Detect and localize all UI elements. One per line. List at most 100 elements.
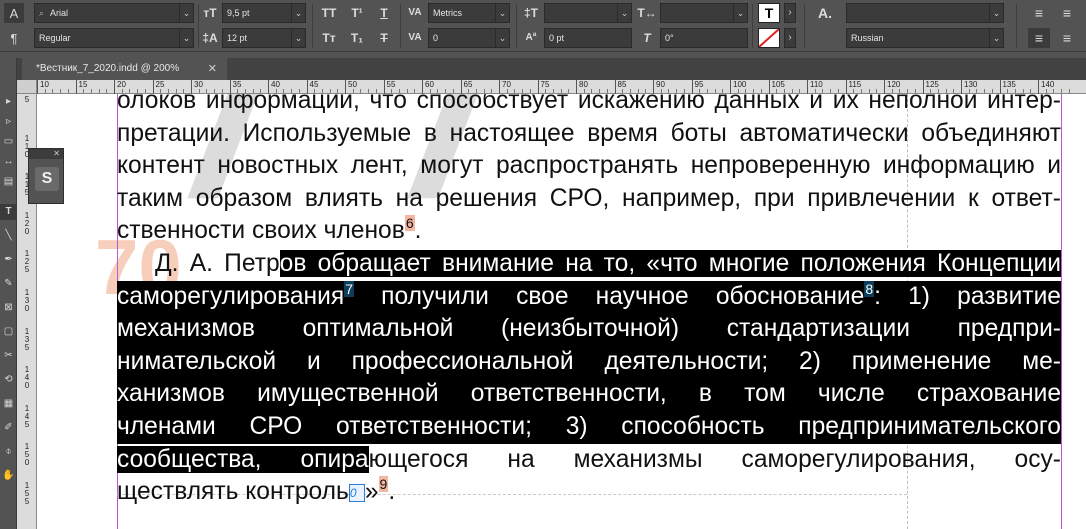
ruler-tick: 60	[422, 80, 434, 94]
kerning-field[interactable]: Metrics ⌄	[428, 3, 510, 23]
document-tab[interactable]: *Вестник_7_2020.indd @ 200% ✕	[22, 58, 227, 80]
align-justify-icon[interactable]: ≡	[1028, 28, 1050, 48]
tracking-field[interactable]: 0 ⌄	[428, 28, 510, 48]
baseline-shift-field[interactable]: 0 pt	[544, 28, 632, 48]
pencil-tool-icon[interactable]: ✎	[0, 276, 17, 292]
strikethrough-button[interactable]: T	[374, 28, 394, 48]
chevron-down-icon[interactable]: ⌄	[989, 29, 1003, 47]
font-size-field[interactable]: 9,5 pt ⌄	[222, 3, 306, 23]
ruler-minor-tick	[899, 89, 901, 93]
chevron-right-icon[interactable]: ›	[784, 3, 796, 23]
ruler-tick-label: 120	[887, 80, 901, 89]
subscript-button[interactable]: T₁	[346, 28, 368, 48]
floating-panel: ✕ S	[28, 148, 64, 204]
scissors-tool-icon[interactable]: ✂	[0, 348, 17, 364]
rectangle-tool-icon[interactable]: ▢	[0, 324, 17, 340]
small-caps-button[interactable]: Tт	[318, 28, 340, 48]
text-run: таким образом влиять на решения СРО, нап…	[117, 184, 1061, 212]
close-icon[interactable]: ✕	[208, 58, 217, 80]
ruler-tick-label: 125	[925, 80, 939, 89]
paragraph-mode-icon[interactable]: ¶	[4, 28, 24, 48]
footnote-marker[interactable]: 7	[344, 280, 354, 297]
kerning-value: Metrics	[433, 8, 462, 18]
ruler-tick: 70	[499, 80, 511, 94]
ruler-minor-tick	[283, 89, 285, 93]
direct-selection-tool-icon[interactable]: ▹	[0, 114, 17, 130]
horizontal-scale-field[interactable]: ⌄	[660, 3, 748, 23]
leading-value: 12 pt	[227, 33, 248, 43]
chevron-down-icon[interactable]: ⌄	[733, 4, 747, 22]
align-center-icon[interactable]: ≡	[1056, 3, 1078, 23]
chevron-down-icon[interactable]: ⌄	[291, 29, 305, 47]
page-tool-icon[interactable]: ▭	[0, 134, 17, 150]
ruler-tick-label: 135	[17, 327, 37, 352]
script-panel-button[interactable]: S	[35, 167, 59, 191]
language-field[interactable]: Russian ⌄	[846, 28, 1004, 48]
anchored-object-marker[interactable]: 0	[348, 484, 365, 503]
ruler-minor-tick	[568, 89, 570, 93]
document-canvas[interactable]: / / 70 олоков информации, что способству…	[37, 94, 1086, 529]
ruler-tick-label: 10	[40, 80, 49, 89]
font-family-field[interactable]: ⌕ Arial ⌄	[34, 3, 194, 23]
font-style-field[interactable]: Regular ⌄	[34, 28, 194, 48]
all-caps-button[interactable]: TT	[318, 3, 340, 23]
superscript-button[interactable]: T¹	[346, 3, 368, 23]
align-justify-all-icon[interactable]: ≡	[1056, 28, 1078, 48]
ruler-minor-tick	[52, 89, 54, 93]
ruler-minor-tick	[445, 89, 447, 93]
footnote-marker[interactable]: 6	[404, 215, 415, 232]
chevron-right-icon[interactable]: ›	[784, 28, 796, 48]
text-frame[interactable]: олоков информации, что способствует иска…	[117, 94, 1061, 509]
note-tool-icon[interactable]: ✐	[0, 420, 17, 436]
gap-tool-icon[interactable]: ↔	[0, 154, 17, 170]
rectangle-frame-tool-icon[interactable]: ⊠	[0, 300, 17, 316]
hand-tool-icon[interactable]: ✋	[0, 468, 17, 484]
text-run: »	[364, 478, 379, 506]
gradient-tool-icon[interactable]: ▦	[0, 396, 17, 412]
ruler-tick-label: 30	[194, 80, 203, 89]
stroke-color-swatch[interactable]	[758, 28, 780, 48]
character-mode-icon[interactable]: A	[4, 3, 24, 23]
font-style-value: Regular	[39, 33, 71, 43]
type-tool-icon[interactable]: T	[0, 204, 17, 220]
ruler-tick: 10	[37, 80, 49, 94]
vertical-scale-field[interactable]: ⌄	[544, 3, 632, 23]
close-icon[interactable]: ✕	[53, 149, 60, 158]
leading-field[interactable]: 12 pt ⌄	[222, 28, 306, 48]
chevron-down-icon[interactable]: ⌄	[291, 4, 305, 22]
character-style-field[interactable]: ⌄	[846, 3, 1004, 23]
ruler-minor-tick	[121, 89, 123, 93]
chevron-down-icon[interactable]: ⌄	[179, 29, 193, 47]
ruler-minor-tick	[90, 89, 92, 93]
transform-tool-icon[interactable]: ⟲	[0, 372, 17, 388]
footnote-marker[interactable]: 8	[864, 280, 875, 297]
selection-tool-icon[interactable]: ▸	[0, 94, 17, 110]
ruler-origin[interactable]	[17, 80, 37, 94]
content-collector-icon[interactable]: ▤	[0, 174, 17, 190]
ruler-tick: 35	[229, 80, 241, 94]
skew-field[interactable]: 0°	[660, 28, 748, 48]
line-tool-icon[interactable]: ╲	[0, 228, 17, 244]
footnote-marker[interactable]: 9	[378, 476, 389, 493]
chevron-down-icon[interactable]: ⌄	[989, 4, 1003, 22]
text-run: ющегося на механизмы саморегулирования, …	[368, 445, 1061, 473]
underline-button[interactable]: T	[374, 3, 394, 23]
panel-header[interactable]: ✕	[29, 149, 63, 159]
chevron-down-icon[interactable]: ⌄	[495, 4, 509, 22]
ruler-minor-tick	[67, 89, 69, 93]
fill-color-swatch[interactable]: T	[758, 3, 780, 23]
ruler-minor-tick	[599, 89, 601, 93]
align-left-icon[interactable]: ≡	[1028, 3, 1050, 23]
character-style-icon[interactable]: A.	[812, 3, 838, 23]
ruler-tick: 75	[537, 80, 549, 94]
eyedropper-tool-icon[interactable]: ⌽	[0, 444, 17, 460]
chevron-down-icon[interactable]: ⌄	[179, 4, 193, 22]
horizontal-ruler[interactable]: 10 15 20 25 30 35 40 45 50 55 60 65 70 75 80 85 90 95 100 1…	[37, 80, 1086, 94]
baseline-shift-value: 0 pt	[549, 33, 565, 43]
chevron-down-icon[interactable]: ⌄	[495, 29, 509, 47]
ruler-minor-tick	[991, 89, 993, 93]
chevron-down-icon[interactable]: ⌄	[617, 4, 631, 22]
ruler-tick: 55	[383, 80, 395, 94]
pen-tool-icon[interactable]: ✒	[0, 252, 17, 268]
ruler-minor-tick	[814, 89, 816, 93]
